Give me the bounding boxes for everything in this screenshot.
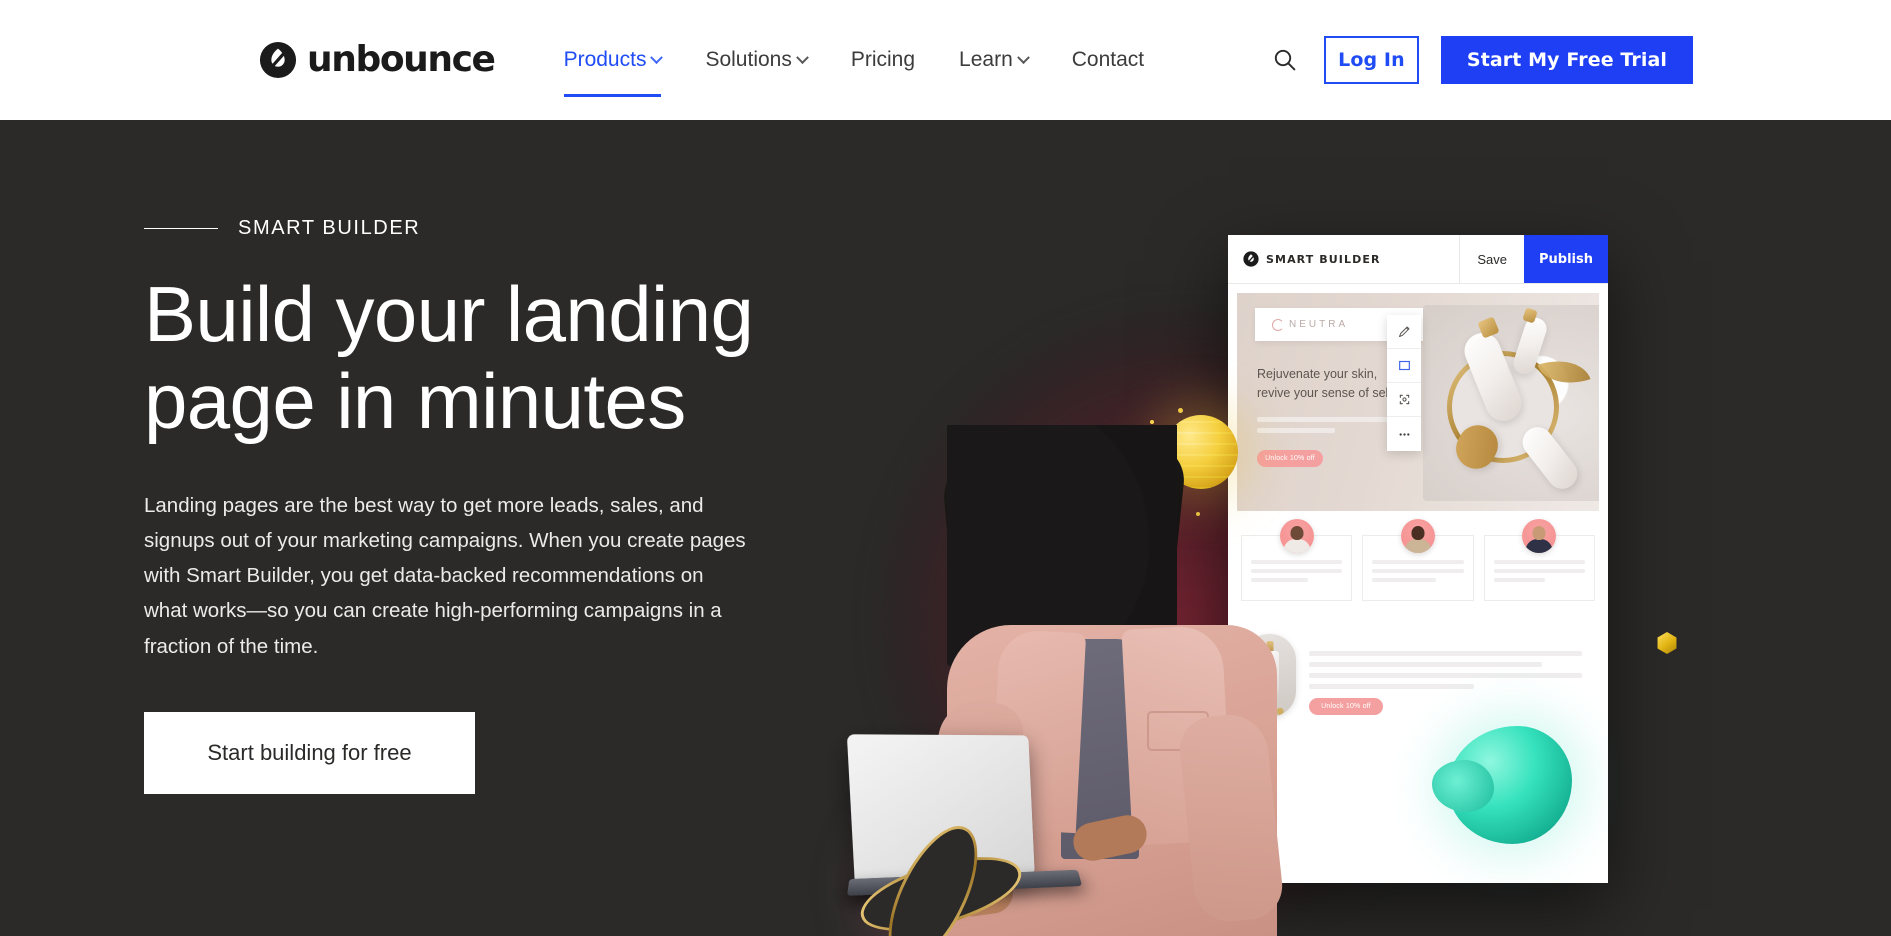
nav-label-products: Products <box>563 48 647 71</box>
nav-label-solutions: Solutions <box>705 48 792 71</box>
placeholder-line <box>1493 569 1585 573</box>
mockup-hero-promo-pill[interactable]: Unlock 10% off <box>1257 449 1323 467</box>
nav-item-products[interactable]: Products <box>542 0 684 120</box>
mockup-testimonial-cards <box>1237 519 1599 601</box>
mockup-feature-text: Unlock 10% off <box>1309 634 1593 715</box>
mockup-feature-promo-pill[interactable]: Unlock 10% off <box>1309 698 1383 715</box>
pencil-icon-glyph <box>1398 326 1409 337</box>
placeholder-line <box>1372 578 1437 582</box>
search-icon <box>1274 49 1296 71</box>
hero-eyebrow: SMART BUILDER <box>144 217 824 240</box>
mockup-toolbar: SMART BUILDER Save Publish <box>1228 235 1608 284</box>
placeholder-line <box>1309 684 1474 689</box>
mockup-actions: Save Publish <box>1459 235 1608 283</box>
pencil-icon[interactable] <box>1387 315 1421 349</box>
start-building-button[interactable]: Start building for free <box>144 711 475 794</box>
mockup-canvas: NEUTRA Unlock 10% off Rejuvenate your sk… <box>1228 284 1608 883</box>
placeholder-line <box>1309 651 1582 656</box>
avatar <box>1279 519 1314 553</box>
placeholder-line <box>1257 416 1400 422</box>
placeholder-line <box>1493 578 1545 582</box>
mockup-save-button[interactable]: Save <box>1459 235 1524 283</box>
gold-sphere-decoration <box>1164 415 1238 489</box>
main-navigation: Products Solutions Pricing Learn Contact <box>542 0 1167 120</box>
start-free-trial-button[interactable]: Start My Free Trial <box>1440 36 1693 84</box>
chevron-down-icon <box>1016 50 1030 64</box>
placeholder-line <box>1372 560 1464 564</box>
login-button[interactable]: Log In <box>1323 36 1419 84</box>
mockup-publish-button[interactable]: Publish <box>1524 235 1608 283</box>
placeholder-line <box>1309 673 1582 678</box>
placeholder-line <box>1309 662 1542 667</box>
rectangle-icon-glyph <box>1398 360 1410 371</box>
gold-orbit-ring <box>852 842 1030 936</box>
placeholder-line <box>1251 560 1343 564</box>
nav-label-pricing: Pricing <box>850 48 916 71</box>
placeholder-line <box>1251 578 1308 582</box>
yellow-gem-decoration <box>1657 632 1677 654</box>
avatar <box>1400 519 1435 553</box>
mockup-edit-toolbar <box>1387 315 1421 451</box>
neutra-logo-icon <box>1272 318 1284 331</box>
nav-label-contact: Contact <box>1071 48 1145 71</box>
page-root: unbounce Products Solutions Pricing Lear… <box>0 0 1891 936</box>
hero-copy: SMART BUILDER Build your landing page in… <box>144 120 824 794</box>
testimonial-card <box>1483 519 1595 601</box>
mockup-page-brand-name: NEUTRA <box>1289 319 1349 330</box>
nav-item-learn[interactable]: Learn <box>937 0 1050 120</box>
mockup-brand: SMART BUILDER <box>1228 251 1381 267</box>
smart-builder-mockup: SMART BUILDER Save Publish NEUTRA Rejuve… <box>1228 235 1608 883</box>
nav-label-learn: Learn <box>959 48 1013 71</box>
brand-name: unbounce <box>307 39 496 80</box>
laptop-illustration <box>846 734 1035 896</box>
hero-illustration: SMART BUILDER Save Publish NEUTRA Rejuve… <box>840 120 1891 936</box>
header-actions: Log In Start My Free Trial <box>1268 36 1693 84</box>
gold-orbit-ring <box>870 813 996 936</box>
mockup-product-image <box>1423 305 1599 501</box>
mockup-feature-row: Unlock 10% off <box>1237 634 1599 717</box>
nav-item-pricing[interactable]: Pricing <box>829 0 937 120</box>
crop-icon-glyph <box>1399 394 1409 405</box>
placeholder-line <box>1257 427 1335 433</box>
nav-item-contact[interactable]: Contact <box>1050 0 1166 120</box>
unbounce-logo-icon <box>259 41 297 79</box>
chevron-down-icon <box>650 50 664 64</box>
page-title: Build your landing page in minutes <box>144 270 754 446</box>
mockup-page-brand: NEUTRA <box>1255 318 1349 331</box>
mockup-app-name: SMART BUILDER <box>1266 252 1381 266</box>
avatar <box>1522 519 1557 553</box>
more-options-icon-glyph <box>1399 432 1409 436</box>
crop-icon[interactable] <box>1387 383 1421 417</box>
testimonial-card <box>1362 519 1474 601</box>
testimonial-card <box>1241 519 1353 601</box>
placeholder-line <box>1251 569 1343 573</box>
placeholder-line <box>1372 569 1464 573</box>
brand-logo[interactable]: unbounce <box>259 39 496 80</box>
nav-item-solutions[interactable]: Solutions <box>683 0 828 120</box>
mockup-hero-text: Rejuvenate your skin, revive your sense … <box>1257 365 1407 467</box>
search-button[interactable] <box>1268 43 1302 77</box>
mockup-hero-block: NEUTRA Unlock 10% off Rejuvenate your sk… <box>1237 293 1599 511</box>
placeholder-line <box>1493 560 1585 564</box>
hero-section: SMART BUILDER Build your landing page in… <box>0 120 1891 936</box>
unbounce-logo-icon <box>1243 251 1259 267</box>
eyebrow-label: SMART BUILDER <box>238 217 421 239</box>
rectangle-icon[interactable] <box>1387 349 1421 383</box>
pink-sphere-decoration <box>888 835 994 936</box>
site-header: unbounce Products Solutions Pricing Lear… <box>0 0 1891 120</box>
eyebrow-rule <box>144 228 218 229</box>
mockup-headline: Rejuvenate your skin, revive your sense … <box>1257 367 1392 400</box>
more-options-icon[interactable] <box>1387 417 1421 451</box>
chevron-down-icon <box>795 50 809 64</box>
hero-description: Landing pages are the best way to get mo… <box>144 493 746 658</box>
mockup-serum-image <box>1243 634 1296 717</box>
